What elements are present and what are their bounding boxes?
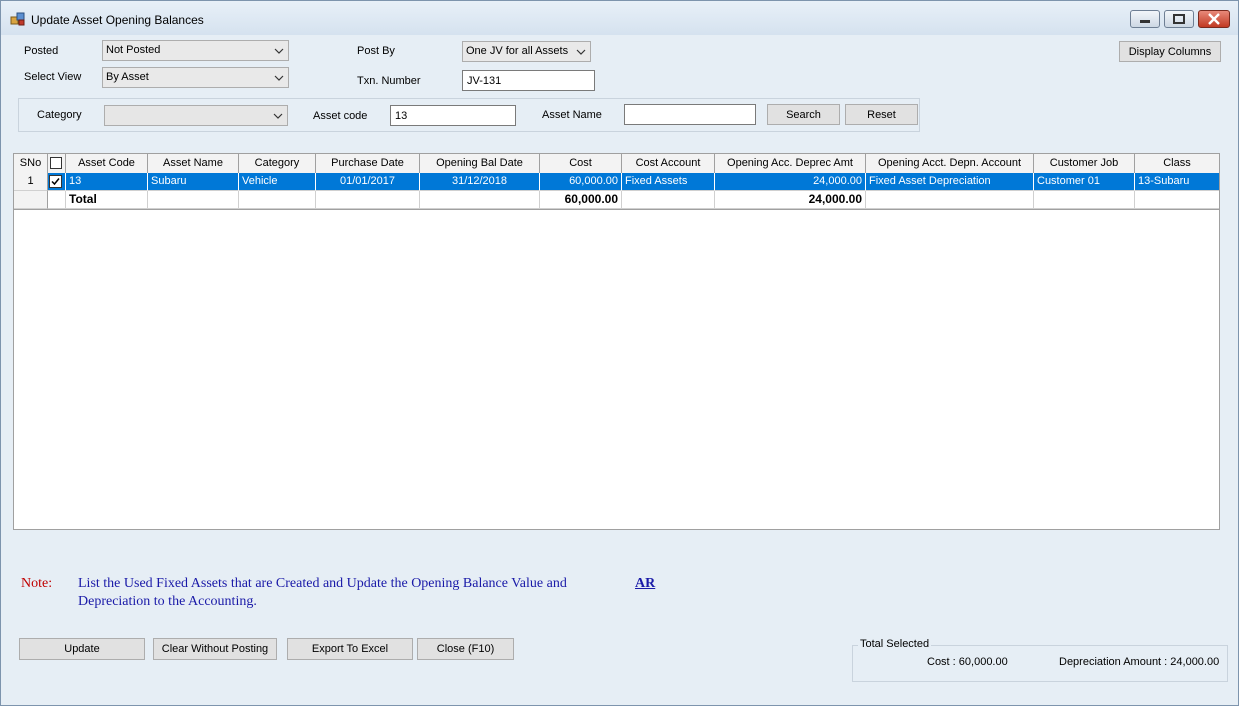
chevron-down-icon	[576, 49, 586, 55]
close-window-button[interactable]	[1198, 10, 1230, 28]
search-button[interactable]: Search	[767, 104, 840, 125]
header-cost-account[interactable]: Cost Account	[622, 154, 715, 173]
minimize-icon	[1140, 20, 1150, 23]
header-select-all[interactable]	[48, 154, 66, 173]
app-window: Update Asset Opening Balances Posted Not…	[0, 0, 1239, 706]
total-empty	[1135, 191, 1219, 209]
category-label: Category	[37, 109, 82, 121]
cell-purchase-date: 01/01/2017	[316, 173, 420, 191]
total-row: Total 60,000.00 24,000.00	[14, 191, 1219, 210]
category-select[interactable]	[104, 105, 288, 126]
header-customer-job[interactable]: Customer Job	[1034, 154, 1135, 173]
total-empty	[866, 191, 1034, 209]
cell-asset-code: 13	[66, 173, 148, 191]
header-purchase-date[interactable]: Purchase Date	[316, 154, 420, 173]
total-row-spacer	[48, 191, 66, 209]
total-row-header	[14, 191, 48, 209]
total-empty	[316, 191, 420, 209]
grid-header: SNo Asset Code Asset Name Category Purch…	[14, 154, 1219, 174]
select-all-checkbox[interactable]	[50, 157, 62, 169]
cell-opening-bal-date: 31/12/2018	[420, 173, 540, 191]
post-by-value: One JV for all Assets	[466, 45, 569, 57]
total-deprec: 24,000.00	[715, 191, 866, 209]
selected-depreciation: Depreciation Amount : 24,000.00	[1059, 656, 1220, 668]
cell-opening-acct-depn-account: Fixed Asset Depreciation	[866, 173, 1034, 191]
reset-button[interactable]: Reset	[845, 104, 918, 125]
header-asset-code[interactable]: Asset Code	[66, 154, 148, 173]
total-selected-title: Total Selected	[858, 638, 932, 650]
total-empty	[420, 191, 540, 209]
header-sno[interactable]: SNo	[14, 154, 48, 173]
cell-cost: 60,000.00	[540, 173, 622, 191]
asset-code-label: Asset code	[313, 110, 368, 122]
window-title: Update Asset Opening Balances	[31, 13, 204, 27]
close-icon	[1208, 13, 1220, 25]
cell-class: 13-Subaru	[1135, 173, 1219, 191]
cell-category: Vehicle	[239, 173, 316, 191]
txn-number-label: Txn. Number	[357, 75, 421, 87]
ar-link[interactable]: AR	[635, 576, 655, 592]
select-view-value: By Asset	[106, 71, 149, 83]
posted-label: Posted	[24, 45, 59, 57]
total-cost: 60,000.00	[540, 191, 622, 209]
header-opening-acct-depn-account[interactable]: Opening Acct. Depn. Account	[866, 154, 1034, 173]
chevron-down-icon	[274, 48, 284, 54]
clear-without-posting-button[interactable]: Clear Without Posting	[153, 638, 277, 660]
cell-select[interactable]	[48, 173, 66, 191]
assets-grid[interactable]: SNo Asset Code Asset Name Category Purch…	[13, 153, 1220, 530]
post-by-label: Post By	[357, 45, 395, 57]
header-class[interactable]: Class	[1135, 154, 1219, 173]
header-asset-name[interactable]: Asset Name	[148, 154, 239, 173]
header-category[interactable]: Category	[239, 154, 316, 173]
app-icon	[10, 12, 25, 26]
header-cost[interactable]: Cost	[540, 154, 622, 173]
note-text: List the Used Fixed Assets that are Crea…	[78, 576, 567, 609]
cell-cost-account: Fixed Assets	[622, 173, 715, 191]
post-by-select[interactable]: One JV for all Assets	[462, 41, 591, 62]
minimize-button[interactable]	[1130, 10, 1160, 28]
asset-name-input[interactable]	[624, 104, 756, 125]
asset-code-input[interactable]	[390, 105, 516, 126]
cell-asset-name: Subaru	[148, 173, 239, 191]
total-label: Total	[66, 191, 148, 209]
total-empty	[148, 191, 239, 209]
selected-cost: Cost : 60,000.00	[927, 656, 1008, 668]
chevron-down-icon	[273, 113, 283, 119]
update-button[interactable]: Update	[19, 638, 145, 660]
maximize-icon	[1173, 14, 1185, 24]
chevron-down-icon	[274, 75, 284, 81]
header-opening-acc-deprec-amt[interactable]: Opening Acc. Deprec Amt	[715, 154, 866, 173]
select-view-label: Select View	[24, 71, 82, 83]
txn-number-input[interactable]	[462, 70, 595, 91]
total-empty	[622, 191, 715, 209]
note-label: Note:	[21, 576, 53, 591]
title-bar: Update Asset Opening Balances	[1, 1, 1238, 35]
checked-checkbox-icon[interactable]	[49, 175, 63, 189]
cell-opening-acc-deprec-amt: 24,000.00	[715, 173, 866, 191]
total-empty	[239, 191, 316, 209]
cell-sno: 1	[14, 173, 48, 191]
table-row[interactable]: 1 13 Subaru Vehicle 01/01/2017 31/12/201…	[14, 173, 1219, 191]
total-empty	[1034, 191, 1135, 209]
posted-select[interactable]: Not Posted	[102, 40, 289, 61]
select-view-select[interactable]: By Asset	[102, 67, 289, 88]
export-to-excel-button[interactable]: Export To Excel	[287, 638, 413, 660]
display-columns-button[interactable]: Display Columns	[1119, 41, 1221, 62]
cell-customer-job: Customer 01	[1034, 173, 1135, 191]
close-button[interactable]: Close (F10)	[417, 638, 514, 660]
posted-value: Not Posted	[106, 44, 161, 56]
header-opening-bal-date[interactable]: Opening Bal Date	[420, 154, 540, 173]
asset-name-label: Asset Name	[542, 109, 602, 121]
maximize-button[interactable]	[1164, 10, 1194, 28]
